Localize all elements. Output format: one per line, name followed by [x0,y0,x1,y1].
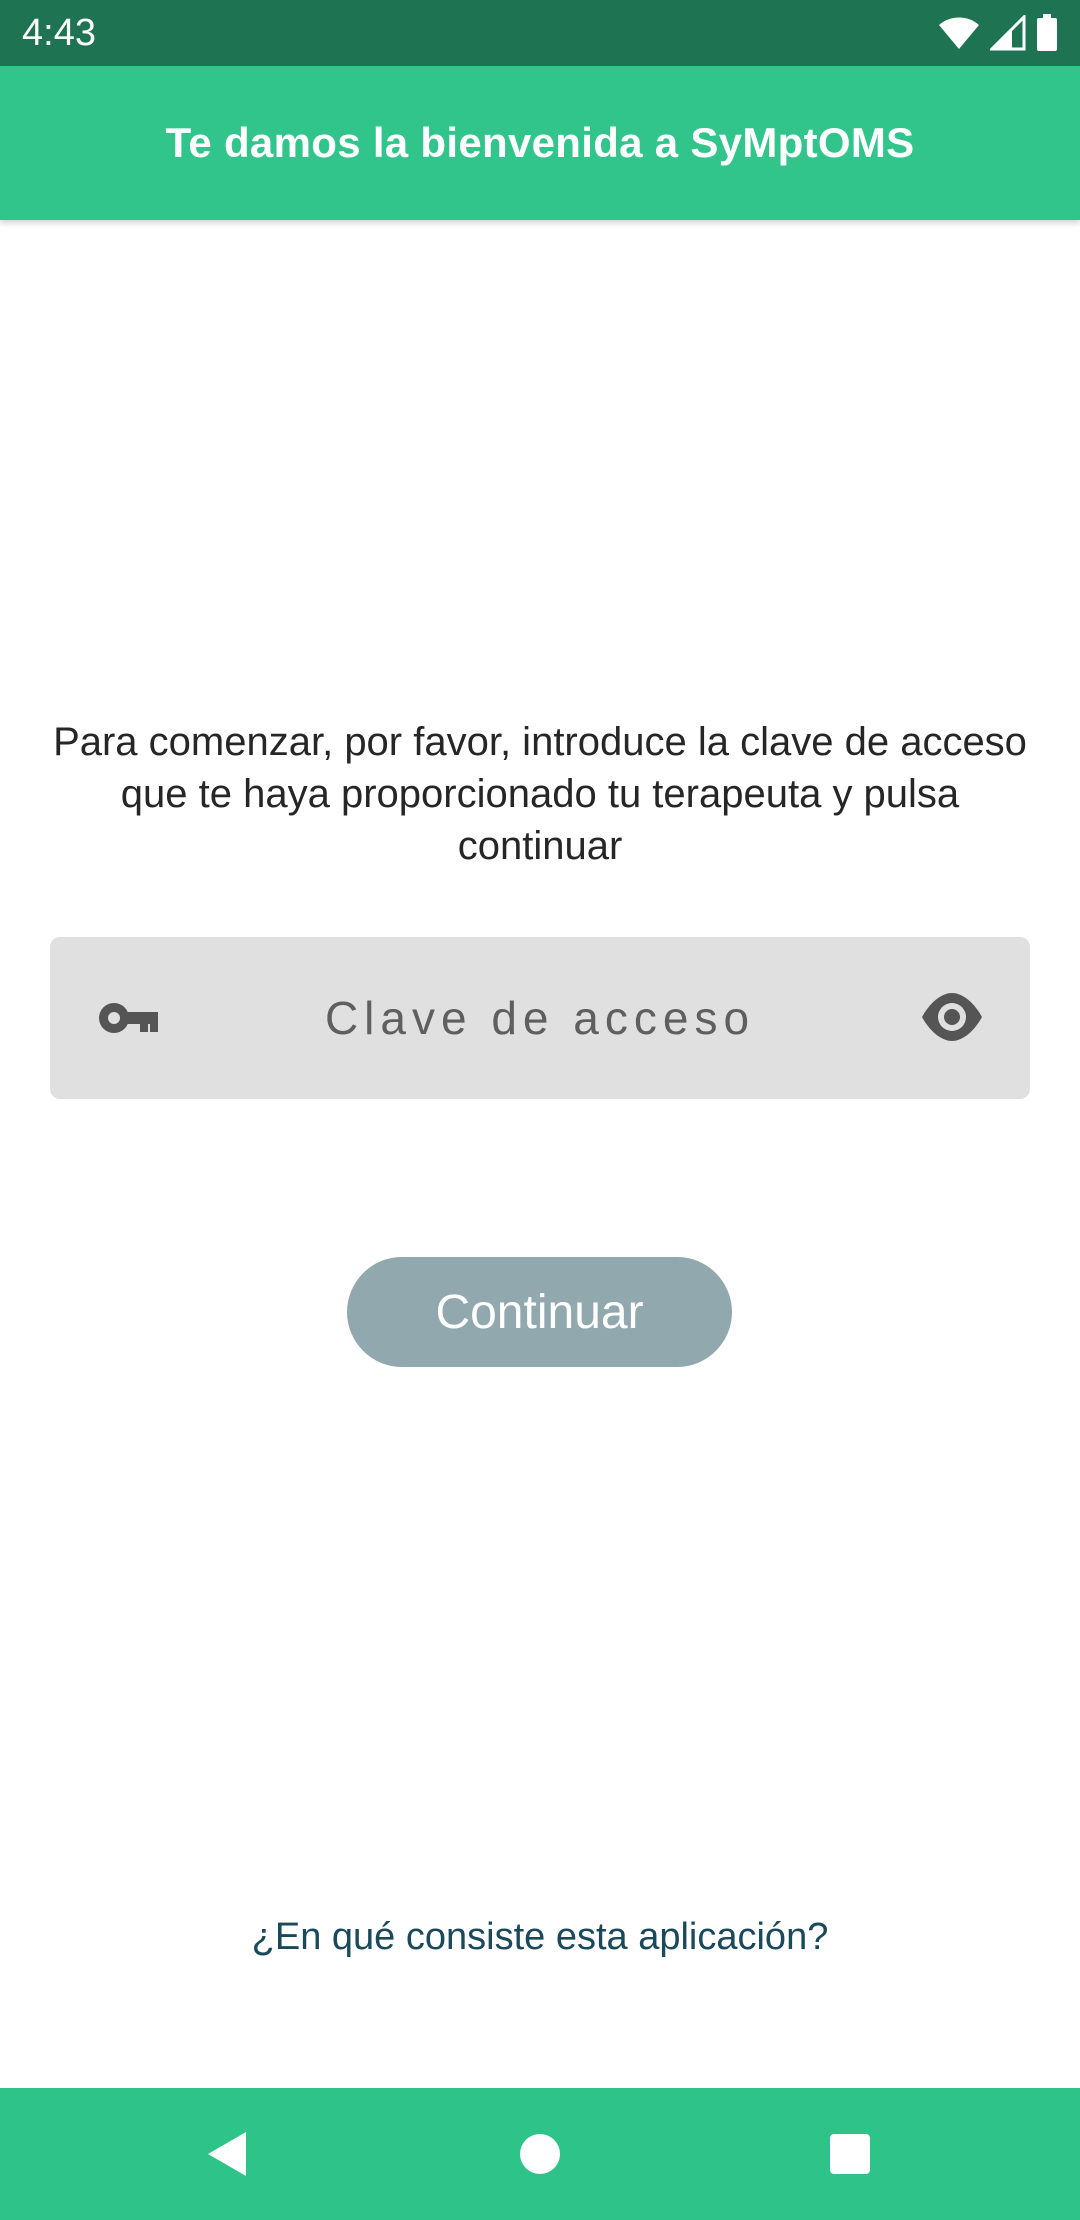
access-key-input[interactable] [200,977,880,1059]
back-icon [208,2132,246,2176]
recents-icon [830,2134,870,2174]
app-bar: Te damos la bienvenida a SyMptOMS [0,66,1080,220]
status-icons [938,14,1058,52]
instruction-text: Para comenzar, por favor, introduce la c… [53,720,1027,868]
back-button[interactable] [191,2118,263,2190]
about-app-link[interactable]: ¿En qué consiste esta aplicación? [0,1914,1080,1960]
status-bar: 4:43 [0,0,1080,66]
home-icon [520,2134,560,2174]
welcome-screen: 4:43 Te damos la bienvenida a SyMptOMS P… [0,0,1080,2220]
key-icon [99,1003,158,1033]
access-key-field[interactable] [50,937,1030,1099]
app-title: Te damos la bienvenida a SyMptOMS [165,119,915,166]
continue-button[interactable]: Continuar [347,1257,732,1367]
navigation-bar [0,2088,1080,2220]
home-button[interactable] [504,2118,576,2190]
eye-icon[interactable] [920,985,984,1049]
wifi-icon [939,17,979,49]
signal-icon [990,15,1026,51]
battery-icon [1037,14,1057,51]
status-time: 4:43 [22,12,96,54]
recents-button[interactable] [814,2118,886,2190]
